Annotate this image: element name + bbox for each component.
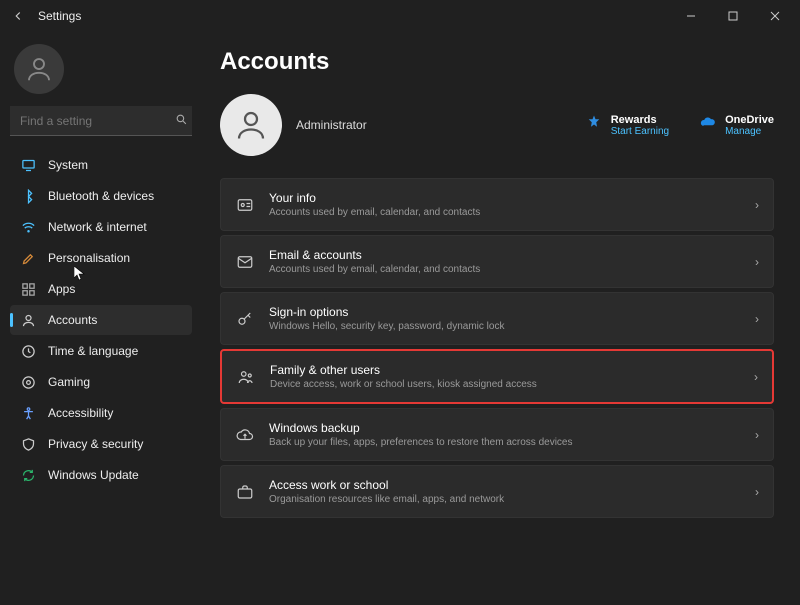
account-name: Administrator [296, 118, 367, 132]
nav-label: System [48, 158, 88, 172]
card-title: Your info [269, 191, 741, 205]
main-content: Accounts Administrator RewardsStart Earn… [200, 32, 800, 605]
apps-icon [20, 281, 36, 297]
rewards-icon [585, 114, 603, 132]
family-icon [236, 368, 256, 386]
promo-title: OneDrive [725, 114, 774, 126]
window-controls [670, 0, 796, 32]
promo-title: Rewards [611, 114, 669, 126]
nav-apps[interactable]: Apps [10, 274, 192, 304]
nav-label: Privacy & security [48, 437, 143, 451]
card-signin-options[interactable]: Sign-in options Windows Hello, security k… [220, 292, 774, 345]
accessibility-icon [20, 405, 36, 421]
search-icon [175, 113, 188, 129]
card-title: Windows backup [269, 421, 741, 435]
promos: RewardsStart Earning OneDriveManage [585, 114, 774, 137]
window-title: Settings [38, 9, 81, 23]
mail-icon [235, 253, 255, 271]
nav-bluetooth[interactable]: Bluetooth & devices [10, 181, 192, 211]
card-sub: Organisation resources like email, apps,… [269, 494, 741, 505]
nav-label: Windows Update [48, 468, 139, 482]
card-work-school[interactable]: Access work or school Organisation resour… [220, 465, 774, 518]
key-icon [235, 310, 255, 328]
nav-accessibility[interactable]: Accessibility [10, 398, 192, 428]
nav-label: Personalisation [48, 251, 130, 265]
card-sub: Back up your files, apps, preferences to… [269, 437, 741, 448]
maximize-button[interactable] [712, 0, 754, 32]
nav-accounts[interactable]: Accounts [10, 305, 192, 335]
chevron-right-icon: › [755, 198, 759, 212]
nav-label: Time & language [48, 344, 138, 358]
chevron-right-icon: › [755, 485, 759, 499]
promo-rewards[interactable]: RewardsStart Earning [585, 114, 669, 137]
nav-label: Accounts [48, 313, 97, 327]
nav-windows-update[interactable]: Windows Update [10, 460, 192, 490]
person-icon [20, 312, 36, 328]
card-title: Sign-in options [269, 305, 741, 319]
update-icon [20, 467, 36, 483]
promo-onedrive[interactable]: OneDriveManage [699, 114, 774, 137]
page-title: Accounts [220, 48, 774, 76]
chevron-right-icon: › [755, 255, 759, 269]
titlebar: Settings [0, 0, 800, 32]
back-button[interactable] [4, 9, 32, 23]
card-sub: Accounts used by email, calendar, and co… [269, 207, 741, 218]
nav-personalisation[interactable]: Personalisation [10, 243, 192, 273]
shield-icon [20, 436, 36, 452]
briefcase-icon [235, 483, 255, 501]
sidebar: System Bluetooth & devices Network & int… [0, 32, 200, 605]
system-icon [20, 157, 36, 173]
nav-label: Gaming [48, 375, 90, 389]
chevron-right-icon: › [754, 370, 758, 384]
nav: System Bluetooth & devices Network & int… [10, 150, 192, 490]
card-title: Family & other users [270, 363, 740, 377]
chevron-right-icon: › [755, 312, 759, 326]
nav-label: Bluetooth & devices [48, 189, 154, 203]
promo-sub: Manage [725, 126, 774, 137]
card-email-accounts[interactable]: Email & accounts Accounts used by email, … [220, 235, 774, 288]
wifi-icon [20, 219, 36, 235]
card-sub: Accounts used by email, calendar, and co… [269, 264, 741, 275]
clock-icon [20, 343, 36, 359]
close-button[interactable] [754, 0, 796, 32]
card-your-info[interactable]: Your info Accounts used by email, calenda… [220, 178, 774, 231]
promo-sub: Start Earning [611, 126, 669, 137]
your-info-icon [235, 196, 255, 214]
nav-privacy[interactable]: Privacy & security [10, 429, 192, 459]
nav-time-language[interactable]: Time & language [10, 336, 192, 366]
brush-icon [20, 250, 36, 266]
card-sub: Device access, work or school users, kio… [270, 379, 740, 390]
chevron-right-icon: › [755, 428, 759, 442]
onedrive-icon [699, 114, 717, 132]
user-avatar[interactable] [14, 44, 64, 94]
account-header: Administrator RewardsStart Earning OneDr… [220, 94, 774, 156]
card-family-other-users[interactable]: Family & other users Device access, work … [220, 349, 774, 404]
nav-system[interactable]: System [10, 150, 192, 180]
minimize-button[interactable] [670, 0, 712, 32]
card-title: Email & accounts [269, 248, 741, 262]
search-box[interactable] [10, 106, 192, 136]
backup-icon [235, 426, 255, 444]
search-input[interactable] [20, 114, 175, 128]
nav-label: Accessibility [48, 406, 113, 420]
nav-label: Apps [48, 282, 75, 296]
gaming-icon [20, 374, 36, 390]
account-avatar[interactable] [220, 94, 282, 156]
card-sub: Windows Hello, security key, password, d… [269, 321, 741, 332]
bluetooth-icon [20, 188, 36, 204]
card-windows-backup[interactable]: Windows backup Back up your files, apps, … [220, 408, 774, 461]
nav-gaming[interactable]: Gaming [10, 367, 192, 397]
nav-network[interactable]: Network & internet [10, 212, 192, 242]
card-title: Access work or school [269, 478, 741, 492]
nav-label: Network & internet [48, 220, 147, 234]
